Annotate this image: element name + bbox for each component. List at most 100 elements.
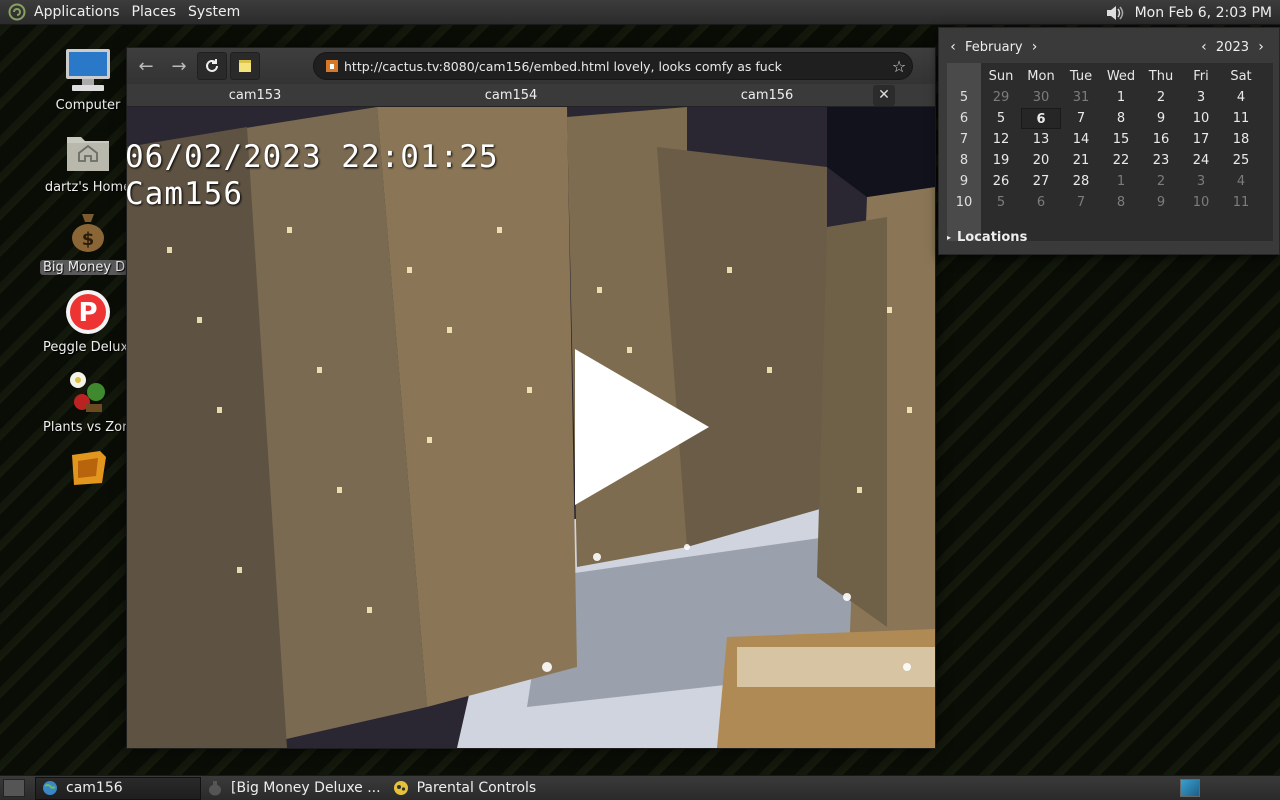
calendar-day[interactable]: 11: [1221, 108, 1261, 129]
week-number: 5: [959, 90, 969, 105]
calendar-day[interactable]: 2: [1141, 87, 1181, 108]
calendar-day[interactable]: 21: [1061, 150, 1101, 171]
url-text[interactable]: http://cactus.tv:8080/cam156/embed.html …: [344, 59, 886, 74]
svg-text:$: $: [82, 229, 95, 250]
tab-cam153[interactable]: cam153: [127, 84, 383, 107]
week-number: 9: [959, 174, 969, 189]
site-identity-icon[interactable]: [324, 58, 340, 74]
system-menu[interactable]: System: [182, 0, 246, 25]
plants-vs-zombies-icon: [64, 368, 112, 416]
calendar-day[interactable]: 20: [1021, 150, 1061, 171]
calendar-day[interactable]: 5: [981, 192, 1021, 213]
calendar-day[interactable]: 12: [981, 129, 1021, 150]
calendar-day[interactable]: 3: [1181, 171, 1221, 192]
calendar-day[interactable]: 6: [1021, 192, 1061, 213]
weekday-header: Sun: [988, 69, 1014, 84]
calendar-day[interactable]: 14: [1061, 129, 1101, 150]
expander-arrow-icon: ▸: [947, 233, 952, 242]
url-bar[interactable]: http://cactus.tv:8080/cam156/embed.html …: [313, 52, 913, 80]
next-year-button[interactable]: ›: [1253, 39, 1269, 55]
calendar-day[interactable]: 23: [1141, 150, 1181, 171]
calendar-day[interactable]: 3: [1181, 87, 1221, 108]
forward-button[interactable]: →: [164, 52, 194, 80]
locations-expander[interactable]: ▸ Locations: [947, 230, 1027, 245]
calendar-day[interactable]: 22: [1101, 150, 1141, 171]
calendar-day[interactable]: 18: [1221, 129, 1261, 150]
places-menu[interactable]: Places: [126, 0, 183, 25]
prev-month-button[interactable]: ‹: [945, 39, 961, 55]
tab-cam156[interactable]: cam156: [639, 84, 895, 107]
week-number: 7: [959, 132, 969, 147]
play-icon[interactable]: [573, 347, 713, 507]
next-month-button[interactable]: ›: [1027, 39, 1043, 55]
applications-menu[interactable]: Applications: [28, 0, 126, 25]
calendar-day[interactable]: 16: [1141, 129, 1181, 150]
week-number: 6: [959, 111, 969, 126]
calendar-day[interactable]: 26: [981, 171, 1021, 192]
reload-button[interactable]: [197, 52, 227, 80]
calendar-day[interactable]: 7: [1061, 192, 1101, 213]
calendar-day[interactable]: 1: [1101, 171, 1141, 192]
calendar-day[interactable]: 13: [1021, 129, 1061, 150]
video-player[interactable]: 06/02/2023 22:01:25 Cam156: [127, 107, 935, 748]
calendar-day[interactable]: 2: [1141, 171, 1181, 192]
calendar-day[interactable]: 5: [981, 108, 1021, 129]
calendar-day[interactable]: 28: [1061, 171, 1101, 192]
calendar-day[interactable]: 30: [1021, 87, 1061, 108]
calendar-day[interactable]: 9: [1141, 108, 1181, 129]
calendar-header: ‹ February › ‹ 2023 ›: [945, 37, 1269, 57]
taskbar-item-cam156[interactable]: cam156: [35, 776, 201, 800]
calendar-day[interactable]: 1: [1101, 87, 1141, 108]
video-overlay-text: 06/02/2023 22:01:25 Cam156: [127, 139, 499, 213]
home-folder-icon: [64, 128, 112, 176]
bookmarks-button[interactable]: [230, 52, 260, 80]
locations-label: Locations: [957, 230, 1028, 245]
back-button[interactable]: ←: [131, 52, 161, 80]
calendar-month: February: [965, 39, 1023, 55]
calendar-year: 2023: [1215, 39, 1249, 55]
note-icon: [239, 60, 251, 72]
calendar-day[interactable]: 4: [1221, 87, 1261, 108]
calendar-grid: Sun Mon Tue Wed Thu Fri Sat 5 29 30 31 1 2 3 4 6 5 6 7 8 9 10…: [947, 63, 1273, 241]
taskbar-item-label: Parental Controls: [416, 780, 537, 796]
weekday-header: Tue: [1069, 69, 1093, 84]
desktop-icon-label: Computer: [55, 98, 121, 113]
calendar-day[interactable]: 15: [1101, 129, 1141, 150]
taskbar-item-parental-controls[interactable]: Parental Controls: [387, 777, 543, 800]
distro-logo-icon[interactable]: [6, 1, 28, 23]
calendar-day[interactable]: 17: [1181, 129, 1221, 150]
calendar-day[interactable]: 9: [1141, 192, 1181, 213]
calendar-day[interactable]: 24: [1181, 150, 1221, 171]
weekday-header: Wed: [1106, 69, 1136, 84]
calendar-day[interactable]: 31: [1061, 87, 1101, 108]
top-panel: Applications Places System Mon Feb 6, 2:…: [0, 0, 1280, 25]
bookmark-star-icon[interactable]: ☆: [886, 57, 912, 76]
desktop-icon-label: Peggle Deluxe: [43, 340, 136, 355]
desktop-icon-label: Plants vs Zombies: [43, 420, 136, 435]
close-tab-button[interactable]: ✕: [873, 85, 895, 106]
workspace-switcher[interactable]: [1180, 779, 1200, 797]
calendar-day[interactable]: 4: [1221, 171, 1261, 192]
desktop-icon-label: dartz's Home: [44, 180, 132, 195]
show-desktop-button[interactable]: [3, 779, 25, 797]
calendar-day[interactable]: 8: [1101, 192, 1141, 213]
video-timestamp: 06/02/2023 22:01:25: [127, 139, 499, 175]
calendar-day[interactable]: 6: [1021, 108, 1061, 129]
calendar-day[interactable]: 10: [1181, 108, 1221, 129]
calendar-day[interactable]: 27: [1021, 171, 1061, 192]
prev-year-button[interactable]: ‹: [1196, 39, 1212, 55]
parental-controls-icon: [393, 780, 409, 796]
calendar-day[interactable]: 19: [981, 150, 1021, 171]
volume-icon[interactable]: [1103, 2, 1125, 24]
calendar-day[interactable]: 11: [1221, 192, 1261, 213]
calendar-day[interactable]: 10: [1181, 192, 1221, 213]
weekday-header: Fri: [1193, 69, 1209, 84]
calendar-day[interactable]: 29: [981, 87, 1021, 108]
calendar-day[interactable]: 25: [1221, 150, 1261, 171]
svg-text:P: P: [78, 298, 97, 328]
clock[interactable]: Mon Feb 6, 2:03 PM: [1135, 5, 1280, 21]
calendar-day[interactable]: 7: [1061, 108, 1101, 129]
taskbar-item-big-money[interactable]: [Big Money Deluxe ...: [201, 777, 387, 800]
tab-cam154[interactable]: cam154: [383, 84, 639, 107]
calendar-day[interactable]: 8: [1101, 108, 1141, 129]
